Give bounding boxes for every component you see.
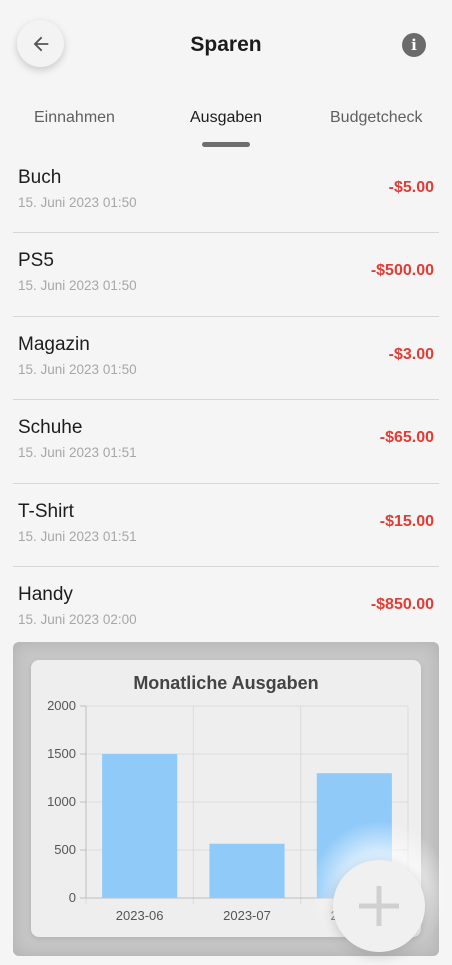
tab-bar: Einnahmen Ausgaben Budgetcheck	[0, 100, 452, 148]
list-item[interactable]: Handy 15. Juni 2023 02:00 -$850.00	[13, 567, 439, 650]
list-item[interactable]: Magazin 15. Juni 2023 01:50 -$3.00	[13, 317, 439, 401]
y-tick-label: 2000	[47, 698, 76, 713]
list-item[interactable]: PS5 15. Juni 2023 01:50 -$500.00	[13, 233, 439, 317]
bar	[209, 843, 285, 898]
list-item[interactable]: T-Shirt 15. Juni 2023 01:51 -$15.00	[13, 484, 439, 567]
expense-date: 15. Juni 2023 01:50	[18, 361, 137, 377]
tab-ausgaben[interactable]: Ausgaben	[190, 109, 262, 127]
expense-date: 15. Juni 2023 01:50	[18, 278, 137, 294]
info-icon[interactable]: i	[402, 33, 426, 57]
expense-name: Buch	[18, 167, 62, 188]
expense-date: 15. Juni 2023 01:50	[18, 195, 137, 210]
expense-amount: -$500.00	[370, 262, 434, 280]
list-item[interactable]: Buch 15. Juni 2023 01:50 -$5.00	[13, 150, 439, 234]
expense-name: Schuhe	[18, 417, 83, 439]
bar	[102, 754, 178, 898]
app-header: Sparen i	[0, 0, 452, 92]
tab-einnahmen[interactable]: Einnahmen	[34, 109, 115, 127]
expense-amount: -$65.00	[379, 429, 434, 447]
list-item[interactable]: Schuhe 15. Juni 2023 01:51 -$65.00	[13, 400, 439, 484]
expense-date: 15. Juni 2023 01:51	[18, 445, 137, 461]
expense-amount: -$5.00	[388, 179, 434, 196]
expense-list: Buch 15. Juni 2023 01:50 -$5.00 PS5 15. …	[0, 150, 452, 650]
y-tick-label: 1000	[47, 794, 76, 809]
x-tick-label: 2023-06	[116, 908, 164, 923]
y-tick-label: 500	[54, 842, 76, 857]
tab-budgetcheck[interactable]: Budgetcheck	[330, 109, 423, 127]
expense-date: 15. Juni 2023 02:00	[18, 611, 137, 627]
expense-amount: -$3.00	[388, 345, 434, 363]
expense-name: Magazin	[18, 333, 90, 355]
expense-name: PS5	[18, 250, 54, 272]
add-expense-button[interactable]	[333, 860, 425, 952]
y-tick-label: 0	[69, 890, 76, 905]
page-title: Sparen	[190, 33, 262, 56]
x-tick-label: 2023-07	[223, 908, 271, 923]
expense-name: T-Shirt	[18, 500, 74, 522]
info-glyph: i	[411, 36, 417, 54]
expense-date: 15. Juni 2023 01:51	[18, 528, 137, 544]
active-tab-indicator	[202, 142, 250, 147]
expense-amount: -$850.00	[370, 595, 434, 613]
expense-amount: -$15.00	[379, 512, 434, 530]
y-tick-label: 1500	[47, 746, 76, 761]
plus-icon	[359, 886, 399, 926]
expense-name: Handy	[18, 583, 73, 605]
